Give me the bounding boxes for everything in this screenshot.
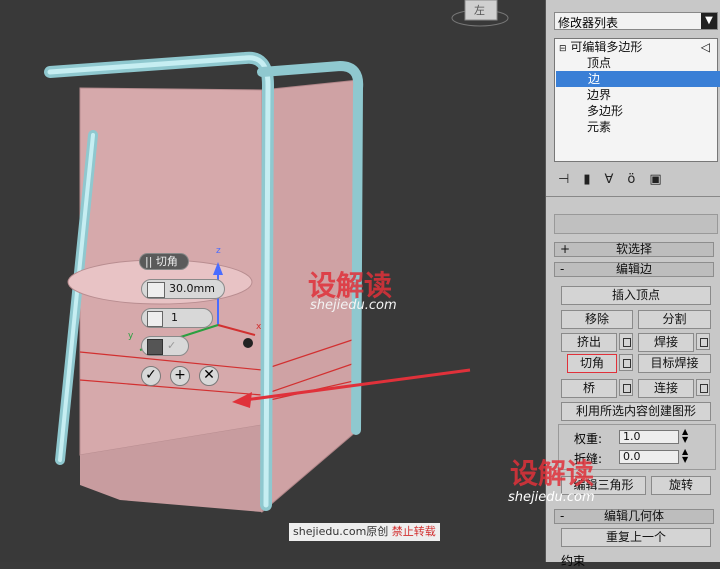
split-button[interactable]: 分割 <box>638 310 711 329</box>
credit-bar: shejiedu.com原创 禁止转载 <box>289 523 440 541</box>
stack-item-element[interactable]: 元素 <box>555 119 720 135</box>
stack-item-polygon[interactable]: 多边形 <box>555 103 720 119</box>
bridge-settings-button[interactable] <box>619 379 633 396</box>
weight-spinner[interactable]: 1.0 <box>619 430 679 444</box>
divider <box>546 196 720 197</box>
extrude-settings-button[interactable] <box>619 333 633 350</box>
gizmo-x-label: x <box>256 322 262 332</box>
modifier-stack: ⊟ 可编辑多边形◁ 顶点 边◁ 边界 多边形 元素 <box>554 38 720 162</box>
caddy-ok-button[interactable]: ✓ <box>141 366 161 386</box>
chamfer-settings-button[interactable] <box>619 354 633 371</box>
gizmo-y-label: y <box>128 331 134 341</box>
gizmo-z-label: z <box>216 246 221 256</box>
rollout-edit-edges[interactable]: - 编辑边 <box>554 262 714 277</box>
caddy-amount-field[interactable]: 30.0mm <box>141 279 225 299</box>
segments-icon <box>147 311 163 327</box>
caddy-apply-button[interactable]: + <box>170 366 190 386</box>
remove-button[interactable]: 移除 <box>561 310 633 329</box>
repeat-last-button[interactable]: 重复上一个 <box>561 528 711 547</box>
chamfer-amount-icon <box>147 282 165 298</box>
weight-label: 权重: <box>574 432 603 446</box>
rollout-soft-selection[interactable]: + 软选择 <box>554 242 714 257</box>
configure-sets-icon[interactable]: ▣ <box>649 172 675 187</box>
viewport[interactable]: 左 z x y || 切角 30.0mm 1 ✓ ✓ + ✕ 设解读 sheji… <box>0 0 545 562</box>
watermark-site: shejiedu.com <box>310 298 397 313</box>
command-panel: 修改器列表 ▼ ⊟ 可编辑多边形◁ 顶点 边◁ 边界 多边形 元素 ⊣▮∀ö▣ … <box>508 0 720 568</box>
pin-triangle-icon: ◁ <box>700 40 710 54</box>
scene-graphic <box>44 0 509 514</box>
caddy-title: || 切角 <box>139 253 189 270</box>
selection-rollout-bar[interactable] <box>554 214 718 234</box>
chevron-down-icon: ▼ <box>701 13 717 29</box>
weld-settings-button[interactable] <box>696 333 710 350</box>
stack-item-editable-poly[interactable]: ⊟ 可编辑多边形 ◁ <box>555 39 714 55</box>
weld-button[interactable]: 焊接 <box>638 333 694 352</box>
credit-site: shejiedu.com原创 <box>293 525 389 538</box>
gizmo-center <box>243 338 253 348</box>
chamfer-button[interactable]: 切角 <box>567 354 617 373</box>
insert-vertex-button[interactable]: 插入顶点 <box>561 286 711 305</box>
constraints-label: 约束 <box>561 554 586 568</box>
stack-item-edge[interactable]: 边◁ <box>556 71 720 87</box>
caddy-segments-field[interactable]: 1 <box>141 308 213 328</box>
create-shape-button[interactable]: 利用所选内容创建图形 <box>561 402 711 421</box>
panel-watermark-brand: 设解读 <box>510 457 595 490</box>
pin-stack-icon[interactable]: ⊣ <box>558 172 583 187</box>
target-weld-button[interactable]: 目标焊接 <box>638 354 711 373</box>
open-chamfer-icon <box>147 339 163 355</box>
crease-spinner-arrows[interactable]: ▲ ▼ <box>682 448 688 464</box>
extrude-button[interactable]: 挤出 <box>561 333 617 352</box>
viewcube-label[interactable]: 左 <box>474 2 485 18</box>
caddy-open-toggle[interactable]: ✓ <box>141 336 189 356</box>
rollout-edit-geometry[interactable]: - 编辑几何体 <box>554 509 714 524</box>
caddy-cancel-button[interactable]: ✕ <box>199 366 219 386</box>
remove-modifier-icon[interactable]: ö <box>627 172 649 187</box>
panel-watermark-site: shejiedu.com <box>508 490 595 505</box>
connect-settings-button[interactable] <box>696 379 710 396</box>
stack-item-border[interactable]: 边界 <box>555 87 720 103</box>
modifier-list-dropdown[interactable]: 修改器列表 ▼ <box>554 12 718 30</box>
credit-warning: 禁止转载 <box>391 525 436 538</box>
connect-button[interactable]: 连接 <box>638 379 694 398</box>
crease-spinner[interactable]: 0.0 <box>619 450 679 464</box>
stack-item-vertex[interactable]: 顶点 <box>555 55 720 71</box>
weight-spinner-arrows[interactable]: ▲ ▼ <box>682 428 688 444</box>
modifier-list-label: 修改器列表 <box>558 16 619 30</box>
make-unique-icon[interactable]: ∀ <box>604 172 627 187</box>
show-end-result-icon[interactable]: ▮ <box>583 172 604 187</box>
turn-button[interactable]: 旋转 <box>651 476 711 495</box>
bridge-button[interactable]: 桥 <box>561 379 617 398</box>
stack-toolbar: ⊣▮∀ö▣ <box>558 172 676 187</box>
